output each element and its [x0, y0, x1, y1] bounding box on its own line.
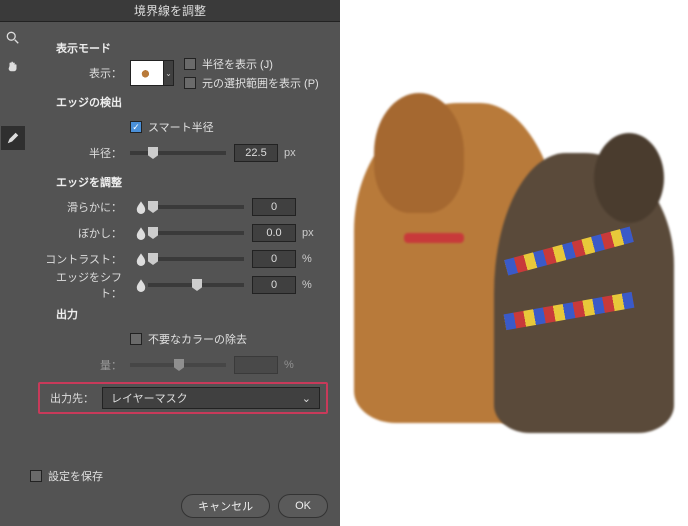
- feather-unit: px: [302, 227, 318, 239]
- save-settings-label: 設定を保存: [48, 468, 103, 484]
- smooth-label: 滑らかに：: [38, 199, 130, 215]
- output-to-value: レイヤーマスク: [111, 390, 188, 406]
- radius-label: 半径：: [38, 145, 130, 161]
- shift-slider[interactable]: [148, 283, 244, 287]
- radius-input[interactable]: [234, 144, 278, 162]
- save-settings-checkbox[interactable]: [30, 470, 42, 482]
- radius-unit: px: [284, 147, 300, 159]
- shift-unit: %: [302, 279, 318, 291]
- amount-slider: [130, 363, 226, 367]
- chevron-down-icon: ⌄: [302, 392, 311, 405]
- feather-input[interactable]: [252, 224, 296, 242]
- view-thumbnail[interactable]: [130, 60, 164, 86]
- show-original-checkbox[interactable]: [184, 77, 196, 89]
- smooth-input[interactable]: [252, 198, 296, 216]
- shift-label: エッジをシフト：: [38, 269, 130, 301]
- zoom-tool-icon[interactable]: [1, 26, 25, 50]
- panel-content: 表示モード 表示： ⌄ 半径を表示 (J) 元の選択範囲を表示 (P) エッジの…: [26, 22, 340, 428]
- hand-tool-icon[interactable]: [1, 54, 25, 78]
- section-edge-detect: エッジの検出: [56, 94, 328, 110]
- preview-image: [354, 73, 674, 453]
- section-edge-adjust: エッジを調整: [56, 174, 328, 190]
- feather-slider[interactable]: [148, 231, 244, 235]
- smart-radius-label: スマート半径: [148, 119, 214, 135]
- refine-brush-tool-icon[interactable]: [1, 126, 25, 150]
- contrast-unit: %: [302, 253, 318, 265]
- section-output: 出力: [56, 306, 328, 322]
- refine-edge-panel: 境界線を調整 表示モード 表示： ⌄ 半径を表示 (J): [0, 0, 340, 526]
- smart-radius-checkbox[interactable]: [130, 121, 142, 133]
- drop-icon: [134, 226, 148, 240]
- show-original-label: 元の選択範囲を表示 (P): [202, 75, 319, 91]
- amount-input: [234, 356, 278, 374]
- cancel-button[interactable]: キャンセル: [181, 494, 270, 518]
- output-to-highlight: 出力先： レイヤーマスク ⌄: [38, 382, 328, 414]
- contrast-label: コントラスト：: [38, 251, 130, 267]
- amount-label: 量：: [38, 357, 130, 373]
- decontaminate-label: 不要なカラーの除去: [148, 331, 247, 347]
- feather-label: ぼかし：: [38, 225, 130, 241]
- dialog-title: 境界線を調整: [0, 0, 340, 22]
- ok-button[interactable]: OK: [278, 494, 328, 518]
- contrast-input[interactable]: [252, 250, 296, 268]
- show-radius-checkbox[interactable]: [184, 58, 196, 70]
- smooth-slider[interactable]: [148, 205, 244, 209]
- contrast-slider[interactable]: [148, 257, 244, 261]
- shift-input[interactable]: [252, 276, 296, 294]
- drop-icon: [134, 278, 148, 292]
- drop-icon: [134, 200, 148, 214]
- show-radius-label: 半径を表示 (J): [202, 56, 273, 72]
- preview-canvas: [340, 0, 688, 526]
- radius-slider[interactable]: [130, 151, 226, 155]
- drop-icon: [134, 252, 148, 266]
- output-to-label: 出力先：: [46, 390, 102, 406]
- tool-sidebar: [0, 22, 26, 526]
- output-to-select[interactable]: レイヤーマスク ⌄: [102, 387, 320, 409]
- view-dropdown-icon[interactable]: ⌄: [164, 60, 174, 86]
- show-label: 表示：: [38, 65, 130, 81]
- decontaminate-checkbox[interactable]: [130, 333, 142, 345]
